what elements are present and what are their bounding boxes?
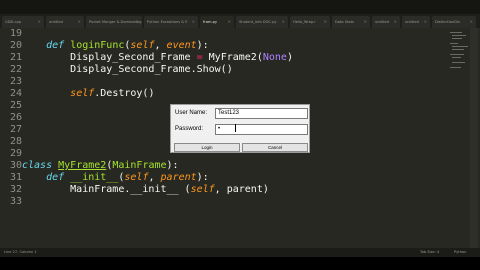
code-line[interactable]: MainFrame.__init__ (self, parent) xyxy=(22,184,269,196)
close-icon[interactable]: × xyxy=(192,16,195,28)
tab-label: DistinctionDiv xyxy=(435,20,461,24)
code-line[interactable]: class MyFrame2(MainFrame): xyxy=(22,160,179,172)
tab-size[interactable]: Tab Size: 4 xyxy=(420,248,439,257)
tab-8[interactable]: untitled × xyxy=(372,16,400,28)
line-number: 30 xyxy=(9,160,22,171)
syntax-mode[interactable]: Python xyxy=(454,248,466,257)
tab-bar: GDD.cpp × untitled × Pocket Monger & Domin… xyxy=(0,14,480,28)
cancel-button[interactable]: Cancel xyxy=(242,143,308,152)
close-icon[interactable]: × xyxy=(78,16,81,28)
line-number: 24 xyxy=(9,88,22,99)
close-icon[interactable]: × xyxy=(364,16,367,28)
close-icon[interactable]: × xyxy=(228,16,231,28)
line-number: 25 xyxy=(9,100,22,111)
code-line[interactable]: def __init__(self, parent): xyxy=(22,172,209,184)
close-icon[interactable]: × xyxy=(324,16,327,28)
username-field[interactable]: Test123 xyxy=(215,108,308,119)
tab-label: GDD.cpp xyxy=(5,20,21,24)
line-number: 31 xyxy=(9,172,22,183)
line-number: 27 xyxy=(9,124,22,135)
line-number: 29 xyxy=(9,148,22,159)
code-line[interactable]: def loginFunc(self, event): xyxy=(22,40,209,52)
tab-0[interactable]: GDD.cpp × xyxy=(2,16,44,28)
line-number: 32 xyxy=(9,184,22,195)
line-number: 23 xyxy=(9,76,22,87)
tab-7[interactable]: Data Stats × xyxy=(332,16,370,28)
tab-label: Data Stats xyxy=(335,20,354,24)
password-label: Password: xyxy=(175,126,204,132)
line-number: 26 xyxy=(9,112,22,123)
tab-label: Python Exceptions & E xyxy=(147,20,188,24)
code-line[interactable]: Display_Second_Frame.Show() xyxy=(22,64,233,76)
screen: GDD.cpp × untitled × Pocket Monger & Domin… xyxy=(0,0,480,270)
cursor-position: Line 27, Column 1 xyxy=(4,250,37,254)
status-bar: Line 27, Column 1 Tab Size: 4 Python xyxy=(0,248,480,257)
letterbox-bottom xyxy=(0,257,480,270)
password-field[interactable]: • xyxy=(215,124,308,135)
tab-label: untitled xyxy=(405,20,419,24)
text-caret xyxy=(235,124,236,132)
tab-1[interactable]: untitled × xyxy=(46,16,84,28)
code-line[interactable]: Display_Second_Frame = MyFrame2(None) xyxy=(22,52,293,64)
vertical-scrollbar[interactable] xyxy=(470,28,478,250)
tab-5[interactable]: Student_info DOC.py × xyxy=(236,16,288,28)
close-icon[interactable]: × xyxy=(282,16,285,28)
tab-label: untitled xyxy=(375,20,389,24)
line-number: 19 xyxy=(9,28,22,39)
login-dialog: User Name: Test123 Password: • Login Can… xyxy=(170,104,310,153)
tab-2[interactable]: Pocket Monger & Dominating × xyxy=(86,16,142,28)
tab-label: fram.py xyxy=(203,20,217,24)
close-icon[interactable]: × xyxy=(394,16,397,28)
tab-3[interactable]: Python Exceptions & E × xyxy=(144,16,198,28)
line-number: 21 xyxy=(9,52,22,63)
tab-4-active[interactable]: fram.py × xyxy=(200,16,234,28)
code-line[interactable]: self.Destroy() xyxy=(22,88,154,100)
close-icon[interactable]: × xyxy=(38,16,41,28)
tab-6[interactable]: Hello_Wrap.r × xyxy=(290,16,330,28)
tab-label: Hello_Wrap.r xyxy=(293,20,316,24)
minimap[interactable] xyxy=(448,28,470,88)
tab-label: Student_info DOC.py xyxy=(239,20,277,24)
close-icon[interactable]: × xyxy=(424,16,427,28)
line-number: 22 xyxy=(9,64,22,75)
username-label: User Name: xyxy=(175,110,208,116)
close-icon[interactable]: × xyxy=(470,16,473,28)
tab-label: Pocket Monger & Dominating xyxy=(89,20,142,24)
window-title-strip xyxy=(0,0,480,14)
tab-10[interactable]: DistinctionDiv × xyxy=(432,16,476,28)
tab-9[interactable]: untitled × xyxy=(402,16,430,28)
line-number: 33 xyxy=(9,196,22,207)
close-icon[interactable]: × xyxy=(136,16,139,28)
login-button[interactable]: Login xyxy=(174,143,240,152)
line-number: 20 xyxy=(9,40,22,51)
tab-label: untitled xyxy=(49,20,63,24)
line-number: 28 xyxy=(9,136,22,147)
